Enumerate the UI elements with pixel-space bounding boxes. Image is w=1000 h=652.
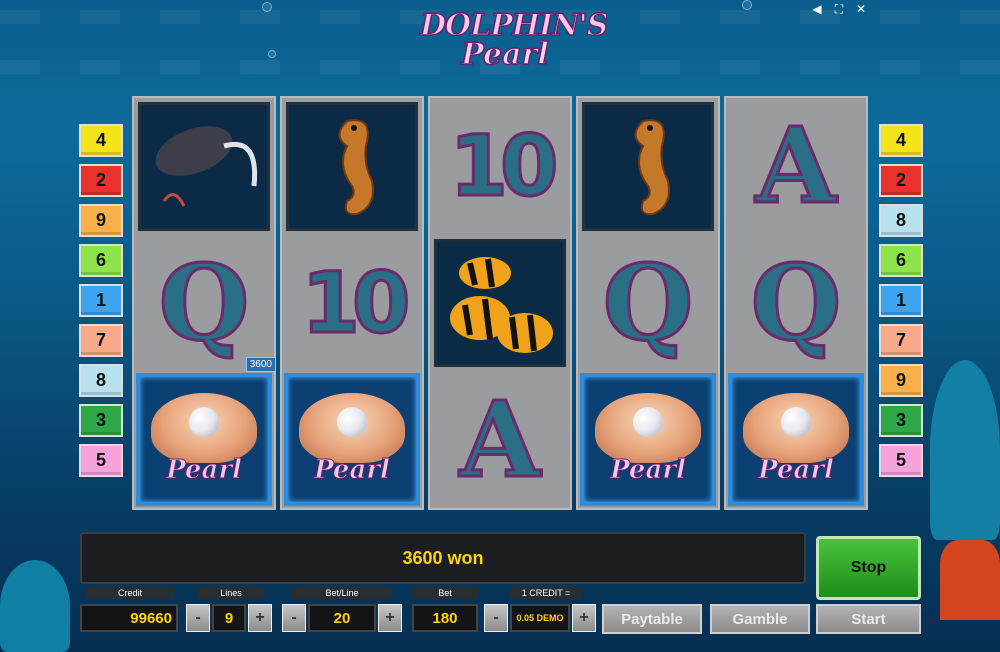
start-button[interactable]: Start — [816, 604, 921, 634]
credit-rate-value: 0.05 DEMO — [510, 604, 570, 632]
reel-1: Q 3600 Pearl — [132, 96, 276, 510]
symbol-q: Q 3600 — [134, 236, 276, 373]
ten-symbol: 10 — [300, 253, 412, 354]
pearl-shell-icon: Pearl — [145, 385, 263, 495]
reels-area: Q 3600 Pearl 10 Pearl 10 A Q Pearl A Q Pearl — [132, 96, 870, 510]
reel-2: 10 Pearl — [280, 96, 424, 510]
letter-symbol: Q — [601, 241, 695, 365]
pearl-text: Pearl — [314, 454, 391, 485]
pearl-shell-icon: Pearl — [293, 385, 411, 495]
credit-rate-label: 1 CREDIT = — [510, 587, 582, 599]
symbol-pearl: Pearl — [284, 373, 420, 506]
reel-4: Q Pearl — [576, 96, 720, 510]
symbol-stingray — [138, 102, 270, 231]
pearl-text: Pearl — [610, 454, 687, 485]
symbol-seahorse — [286, 102, 418, 231]
symbol-a: A — [430, 372, 570, 507]
bet-label: Bet — [412, 587, 478, 599]
left-line-5[interactable]: 5 — [79, 444, 123, 477]
left-line-6[interactable]: 6 — [79, 244, 123, 277]
right-line-3[interactable]: 3 — [879, 404, 923, 437]
letter-symbol: Q — [157, 241, 251, 365]
left-line-1[interactable]: 1 — [79, 284, 123, 317]
stop-label: Stop — [850, 559, 887, 576]
left-line-9[interactable]: 9 — [79, 204, 123, 237]
lines-label: Lines — [198, 587, 264, 599]
fullscreen-icon[interactable]: ⛶ — [832, 2, 846, 16]
symbol-seahorse — [582, 102, 714, 231]
ten-symbol: 10 — [448, 116, 560, 217]
symbol-10: 10 — [430, 99, 570, 234]
left-line-buttons: 4 2 9 6 1 7 8 3 5 — [79, 124, 123, 477]
letter-symbol: A — [754, 104, 838, 228]
bubble — [268, 50, 276, 58]
reel-3: 10 A — [428, 96, 572, 510]
tropical-fish-icon — [450, 257, 553, 353]
right-line-7[interactable]: 7 — [879, 324, 923, 357]
symbol-q: Q — [578, 236, 718, 371]
pearl-text: Pearl — [166, 454, 243, 485]
pearl-shell-icon: Pearl — [737, 385, 855, 495]
denom-plus-button[interactable]: + — [572, 604, 596, 632]
symbol-pearl: Pearl — [136, 373, 272, 506]
right-line-buttons: 4 2 8 6 1 7 9 3 5 — [879, 124, 923, 477]
stingray-icon — [155, 126, 258, 208]
right-line-2[interactable]: 2 — [879, 164, 923, 197]
symbol-pearl: Pearl — [728, 373, 864, 507]
credit-label: Credit — [86, 587, 174, 599]
speaker-icon[interactable]: ◀ — [810, 2, 824, 16]
seahorse-icon — [634, 119, 670, 216]
gamble-button[interactable]: Gamble — [710, 604, 810, 634]
red-coral — [940, 540, 1000, 620]
lines-plus-button[interactable]: + — [248, 604, 272, 632]
right-line-4[interactable]: 4 — [879, 124, 923, 157]
left-line-2[interactable]: 2 — [79, 164, 123, 197]
left-line-8[interactable]: 8 — [79, 364, 123, 397]
symbol-q: Q — [726, 236, 866, 371]
right-line-5[interactable]: 5 — [879, 444, 923, 477]
left-line-4[interactable]: 4 — [79, 124, 123, 157]
lines-value: 9 — [212, 604, 246, 632]
bubble — [742, 0, 752, 10]
betline-plus-button[interactable]: + — [378, 604, 402, 632]
lines-minus-button[interactable]: - — [186, 604, 210, 632]
left-line-3[interactable]: 3 — [79, 404, 123, 437]
symbol-10: 10 — [282, 236, 422, 371]
coral-right — [930, 360, 1000, 540]
letter-symbol: A — [458, 377, 542, 501]
bubble — [262, 2, 272, 12]
betline-minus-button[interactable]: - — [282, 604, 306, 632]
coral-left — [0, 560, 70, 652]
credit-value: 99660 — [80, 604, 178, 632]
right-line-6[interactable]: 6 — [879, 244, 923, 277]
left-line-7[interactable]: 7 — [79, 324, 123, 357]
win-message: 3600 won — [402, 547, 484, 568]
paytable-button[interactable]: Paytable — [602, 604, 702, 634]
betline-label: Bet/Line — [292, 587, 392, 599]
pearl-text: Pearl — [758, 454, 835, 485]
stop-button[interactable]: Stop — [816, 536, 921, 600]
pearl-shell-icon: Pearl — [589, 385, 707, 495]
right-line-1[interactable]: 1 — [879, 284, 923, 317]
betline-value: 20 — [308, 604, 376, 632]
game-logo: DOLPHIN'S Pearl — [419, 7, 609, 94]
right-line-9[interactable]: 9 — [879, 364, 923, 397]
win-badge: 3600 — [245, 357, 276, 373]
denom-minus-button[interactable]: - — [484, 604, 508, 632]
letter-symbol: Q — [749, 240, 843, 364]
symbol-pearl: Pearl — [580, 373, 716, 506]
reel-5: A Q Pearl — [724, 96, 868, 510]
symbol-fish — [434, 238, 566, 368]
symbol-a: A — [726, 99, 866, 234]
seahorse-icon — [338, 119, 374, 216]
win-message-bar: 3600 won — [80, 532, 806, 584]
bet-value: 180 — [412, 604, 478, 632]
right-line-8[interactable]: 8 — [879, 204, 923, 237]
close-icon[interactable]: ✕ — [854, 2, 868, 16]
